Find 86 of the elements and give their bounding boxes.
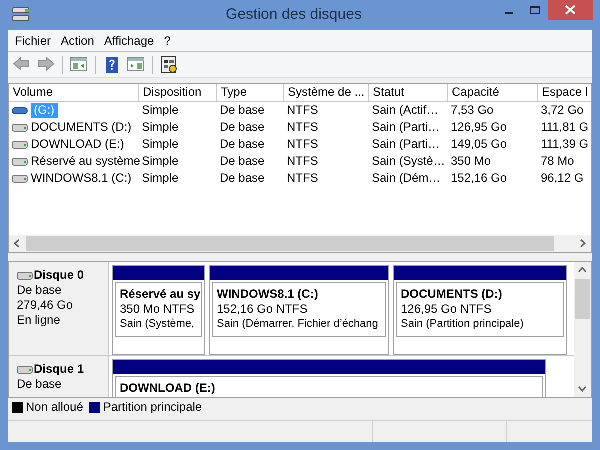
disk-info: De base xyxy=(17,283,63,298)
table-cell: NTFS xyxy=(287,120,318,135)
column-header[interactable]: Type xyxy=(217,84,284,102)
partition-status: Sain (Démarrer, Fichier d’échang xyxy=(217,317,380,332)
drive-icon xyxy=(12,174,28,182)
disk-info: De base xyxy=(17,377,63,392)
table-cell: Sain (Parti… xyxy=(372,137,440,152)
drive-icon xyxy=(12,140,28,148)
table-cell: 111,81 G xyxy=(541,120,589,135)
scroll-thumb[interactable] xyxy=(26,236,554,251)
legend-label: Partition principale xyxy=(103,399,202,416)
table-cell: 149,05 Go xyxy=(451,137,508,152)
window-title: Gestion des disques xyxy=(226,4,362,25)
disk-name: Disque 1 xyxy=(34,362,84,377)
table-cell: 152,16 Go xyxy=(451,171,508,186)
menu-item[interactable]: Action xyxy=(56,32,100,50)
table-cell: 78 Mo xyxy=(541,154,574,169)
table-cell: 3,72 Go xyxy=(541,103,584,118)
partition-name: DOCUMENTS (D:) xyxy=(401,287,504,302)
table-cell: Sain (Dém… xyxy=(372,171,441,186)
disk-label-panel[interactable]: Disque 1 De base xyxy=(9,356,109,397)
table-cell: De base xyxy=(220,137,265,152)
column-header[interactable]: Volume xyxy=(9,84,139,102)
partition-status: Sain (Partition principale) xyxy=(401,317,525,332)
table-cell: Simple xyxy=(142,154,179,169)
table-cell[interactable]: Réservé au système xyxy=(31,154,140,169)
drive-icon xyxy=(12,124,28,132)
menu-item[interactable]: Affichage xyxy=(99,32,160,50)
table-cell: De base xyxy=(220,103,265,118)
table-cell: 7,53 Go xyxy=(451,103,494,118)
partition-status: Sain (Système, xyxy=(120,317,196,332)
disk-info: 279,46 Go xyxy=(17,298,74,313)
column-header[interactable]: Système de ... xyxy=(284,84,369,102)
disk-info: En ligne xyxy=(17,313,62,328)
table-cell[interactable]: WINDOWS8.1 (C:) xyxy=(31,171,132,186)
table-cell: Simple xyxy=(142,120,179,135)
table-cell: NTFS xyxy=(287,171,318,186)
table-cell: 111,39 G xyxy=(541,137,589,152)
menu-item[interactable]: Fichier xyxy=(10,32,56,50)
partition-size: 126,95 Go NTFS xyxy=(401,302,493,317)
table-cell: NTFS xyxy=(287,137,318,152)
column-header[interactable]: Statut xyxy=(369,84,448,102)
table-cell: 350 Mo xyxy=(451,154,492,169)
partition-size: 350 Mo NTFS xyxy=(120,302,196,317)
help-icon[interactable] xyxy=(103,56,121,74)
partition-size: 152,16 Go NTFS xyxy=(217,302,309,317)
table-cell[interactable]: DOCUMENTS (D:) xyxy=(31,120,132,135)
table-cell: NTFS xyxy=(287,103,318,118)
properties-icon[interactable] xyxy=(160,56,178,74)
partition-block[interactable]: DOCUMENTS (D:) 126,95 Go NTFS Sain (Partition principale) xyxy=(393,265,567,355)
column-header[interactable]: Capacité xyxy=(448,84,538,102)
partition-block[interactable]: DOWNLOAD (E:) xyxy=(112,359,546,397)
drive-icon xyxy=(12,106,28,114)
close-icon[interactable] xyxy=(548,0,593,20)
table-cell: Sain (Parti… xyxy=(372,120,440,135)
table-cell[interactable]: DOWNLOAD (E:) xyxy=(31,137,124,152)
table-cell: De base xyxy=(220,120,265,135)
disk-management-icon xyxy=(12,7,32,23)
disk-label-panel[interactable]: Disque 0 De base 279,46 Go En ligne xyxy=(9,262,109,355)
partition-name: DOWNLOAD (E:) xyxy=(120,381,216,396)
partition-name: WINDOWS8.1 (C:) xyxy=(217,287,320,302)
menu-item[interactable]: ? xyxy=(159,32,176,50)
table-cell: Simple xyxy=(142,137,179,152)
disk-name: Disque 0 xyxy=(34,268,84,283)
table-cell: Sain (Actif… xyxy=(372,103,439,118)
table-cell: NTFS xyxy=(287,154,318,169)
partition-block[interactable]: Réservé au sy 350 Mo NTFS Sain (Système, xyxy=(112,265,205,355)
drive-icon xyxy=(17,272,33,280)
column-header[interactable]: Disposition xyxy=(139,84,217,102)
legend-label: Non alloué xyxy=(26,399,84,416)
drive-icon xyxy=(17,366,33,374)
console-tree-icon[interactable] xyxy=(70,56,88,74)
column-header[interactable]: Espace l xyxy=(538,84,591,102)
vertical-scrollbar[interactable] xyxy=(574,262,591,397)
table-cell: De base xyxy=(220,154,265,169)
action-pane-icon[interactable] xyxy=(127,56,145,74)
horizontal-scrollbar[interactable] xyxy=(9,235,591,252)
table-cell: De base xyxy=(220,171,265,186)
scroll-thumb[interactable] xyxy=(575,279,590,319)
table-cell: 96,12 G xyxy=(541,171,584,186)
table-cell: Simple xyxy=(142,103,179,118)
partition-block[interactable]: WINDOWS8.1 (C:) 152,16 Go NTFS Sain (Démarrer, Fichier d’échang xyxy=(209,265,389,355)
table-cell: Simple xyxy=(142,171,179,186)
table-cell: 126,95 Go xyxy=(451,120,508,135)
table-cell: Sain (Systè… xyxy=(372,154,446,169)
drive-icon xyxy=(12,158,28,166)
